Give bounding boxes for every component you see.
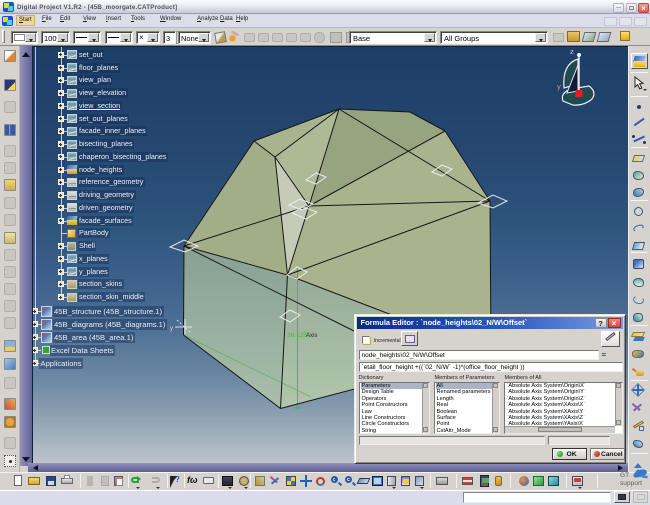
svg-text:Axis: Axis xyxy=(306,333,317,339)
svg-text:36.125: 36.125 xyxy=(287,332,307,339)
svg-text:y: y xyxy=(170,326,173,332)
svg-text:y: y xyxy=(557,82,561,91)
svg-text:z: z xyxy=(570,47,574,56)
